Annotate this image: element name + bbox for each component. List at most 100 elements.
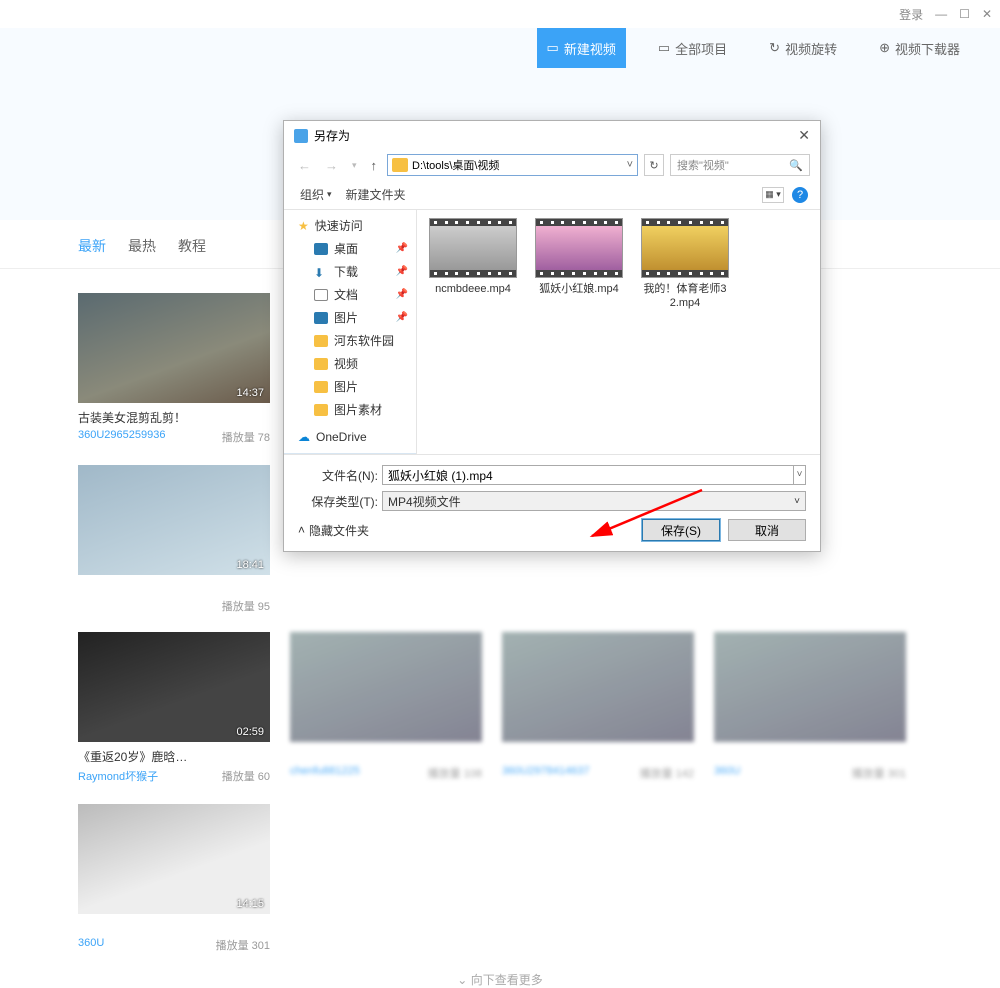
video-card[interactable]: 14:15 360U 播放量 301: [78, 804, 270, 953]
file-item[interactable]: ncmbdeee.mp4: [429, 218, 517, 296]
tree-label: 桌面: [334, 240, 358, 257]
video-card[interactable]: chenfu881225 播放量 108: [290, 632, 482, 784]
video-author[interactable]: chenfu881225: [290, 765, 360, 781]
file-name: 我的！体育老师32.mp4: [641, 282, 729, 311]
file-item[interactable]: 狐妖小红娘.mp4: [535, 218, 623, 296]
new-video-button[interactable]: ▭ 新建视频: [537, 28, 626, 68]
video-title: [78, 581, 270, 595]
nav-history-button[interactable]: ▾: [348, 160, 361, 171]
file-name: ncmbdeee.mp4: [429, 282, 517, 296]
video-duration: 02:59: [236, 726, 264, 738]
search-icon: 🔍: [789, 159, 803, 172]
tree-documents[interactable]: 文档📌: [284, 283, 416, 306]
tree-folder[interactable]: 河东软件园: [284, 329, 416, 352]
pin-icon: 📌: [396, 266, 408, 277]
help-button[interactable]: ?: [792, 187, 808, 203]
video-card[interactable]: 02:59 《重返20岁》鹿晗… Raymond坏猴子 播放量 60: [78, 632, 270, 784]
tree-folder[interactable]: 视频: [284, 352, 416, 375]
video-thumbnail: [714, 632, 906, 742]
filetype-value: MP4视频文件: [388, 493, 461, 510]
tree-folder[interactable]: 图片素材: [284, 398, 416, 421]
nav-up-button[interactable]: ↑: [367, 158, 382, 173]
maximize-button[interactable]: ☐: [959, 7, 970, 21]
file-item[interactable]: 我的！体育老师32.mp4: [641, 218, 729, 311]
download-icon: ⊕: [879, 40, 890, 56]
video-rotate-label: 视频旋转: [785, 39, 837, 58]
view-options-button[interactable]: ▦ ▾: [762, 187, 784, 203]
minimize-button[interactable]: —: [935, 7, 947, 21]
rotate-icon: ↻: [769, 40, 780, 56]
tab-hottest[interactable]: 最热: [128, 236, 156, 256]
save-button[interactable]: 保存(S): [642, 519, 720, 541]
video-author[interactable]: 360U2965259936: [78, 429, 165, 445]
filename-dropdown[interactable]: ˅: [794, 465, 806, 485]
video-card[interactable]: 360U 播放量 301: [714, 632, 906, 784]
tree-folder[interactable]: 图片: [284, 375, 416, 398]
tree-quick-access[interactable]: ★快速访问: [284, 214, 416, 237]
load-more[interactable]: ⌄ 向下查看更多: [0, 971, 1000, 988]
cloud-icon: ☁: [298, 430, 310, 444]
search-placeholder: 搜索"视频": [677, 157, 729, 173]
video-downloader-label: 视频下载器: [895, 39, 960, 58]
video-file-icon: [535, 218, 623, 278]
organize-label: 组织: [300, 186, 324, 203]
filename-label: 文件名(N):: [298, 467, 378, 484]
video-author[interactable]: 360U: [714, 765, 740, 781]
cancel-button[interactable]: 取消: [728, 519, 806, 541]
filename-input[interactable]: [382, 465, 794, 485]
video-plays: 播放量 301: [216, 937, 270, 953]
folder-icon: [314, 358, 328, 370]
tree-onedrive[interactable]: ☁OneDrive: [284, 427, 416, 447]
folder-icon: ▭: [658, 40, 670, 56]
close-button[interactable]: ✕: [982, 7, 992, 21]
chevron-down-icon[interactable]: ˅: [627, 159, 633, 171]
login-link[interactable]: 登录: [899, 6, 923, 23]
address-bar[interactable]: D:\tools\桌面\视频 ˅: [387, 154, 638, 176]
dialog-close-button[interactable]: ✕: [798, 127, 810, 144]
video-card[interactable]: 18:41 播放量 95: [78, 465, 270, 614]
tree-pictures[interactable]: 图片 📌: [284, 306, 416, 329]
organize-menu[interactable]: 组织 ▾: [300, 186, 332, 203]
tree-label: 图片: [334, 309, 358, 326]
new-folder-button[interactable]: 新建文件夹: [346, 186, 406, 203]
hide-folders-label: 隐藏文件夹: [309, 522, 369, 539]
filetype-select[interactable]: MP4视频文件 ˅: [382, 491, 806, 511]
video-downloader-button[interactable]: ⊕ 视频下载器: [869, 28, 970, 68]
video-duration: 14:15: [236, 898, 264, 910]
refresh-button[interactable]: ↻: [644, 154, 664, 176]
folder-icon: [314, 381, 328, 393]
folder-tree: ★快速访问 桌面📌 ⬇下载📌 文档📌 图片📌 河东软件园 视频 图片 图片素材 …: [284, 210, 417, 454]
save-as-dialog: 另存为 ✕ ← → ▾ ↑ D:\tools\桌面\视频 ˅ ↻ 搜索"视频" …: [283, 120, 821, 552]
file-name: 狐妖小红娘.mp4: [535, 282, 623, 296]
tree-label: 视频: [334, 355, 358, 372]
dialog-nav: ← → ▾ ↑ D:\tools\桌面\视频 ˅ ↻ 搜索"视频" 🔍: [284, 150, 820, 180]
video-duration: 18:41: [236, 559, 264, 571]
pictures-icon: [314, 312, 328, 324]
tree-desktop[interactable]: 桌面📌: [284, 237, 416, 260]
hide-folders-toggle[interactable]: ˄ 隐藏文件夹: [298, 522, 369, 539]
video-author[interactable]: 360U2978414637: [502, 765, 589, 781]
search-input[interactable]: 搜索"视频" 🔍: [670, 154, 810, 176]
video-plays: 播放量 142: [640, 765, 694, 781]
tab-latest[interactable]: 最新: [78, 236, 106, 256]
video-card[interactable]: 360U2978414637 播放量 142: [502, 632, 694, 784]
video-thumbnail: 02:59: [78, 632, 270, 742]
dialog-toolbar: 组织 ▾ 新建文件夹 ▦ ▾ ?: [284, 180, 820, 210]
tree-downloads[interactable]: ⬇下载📌: [284, 260, 416, 283]
dialog-bottom: 文件名(N): ˅ 保存类型(T): MP4视频文件 ˅ ˄ 隐藏文件夹 保存(…: [284, 454, 820, 551]
all-projects-label: 全部项目: [675, 39, 727, 58]
nav-back-button[interactable]: ←: [294, 158, 315, 173]
all-projects-button[interactable]: ▭ 全部项目: [648, 28, 737, 68]
video-icon: ▭: [547, 40, 559, 56]
load-more-label: 向下查看更多: [471, 973, 543, 987]
video-card[interactable]: 14:37 古装美女混剪乱剪！ 360U2965259936 播放量 78: [78, 293, 270, 445]
video-author[interactable]: 360U: [78, 937, 104, 953]
tab-tutorial[interactable]: 教程: [178, 236, 206, 256]
video-duration: 14:37: [236, 387, 264, 399]
nav-forward-button[interactable]: →: [321, 158, 342, 173]
video-thumbnail: 14:15: [78, 804, 270, 914]
video-rotate-button[interactable]: ↻ 视频旋转: [759, 28, 847, 68]
video-thumbnail: [290, 632, 482, 742]
pin-icon: 📌: [396, 312, 408, 323]
video-author[interactable]: Raymond坏猴子: [78, 768, 158, 784]
